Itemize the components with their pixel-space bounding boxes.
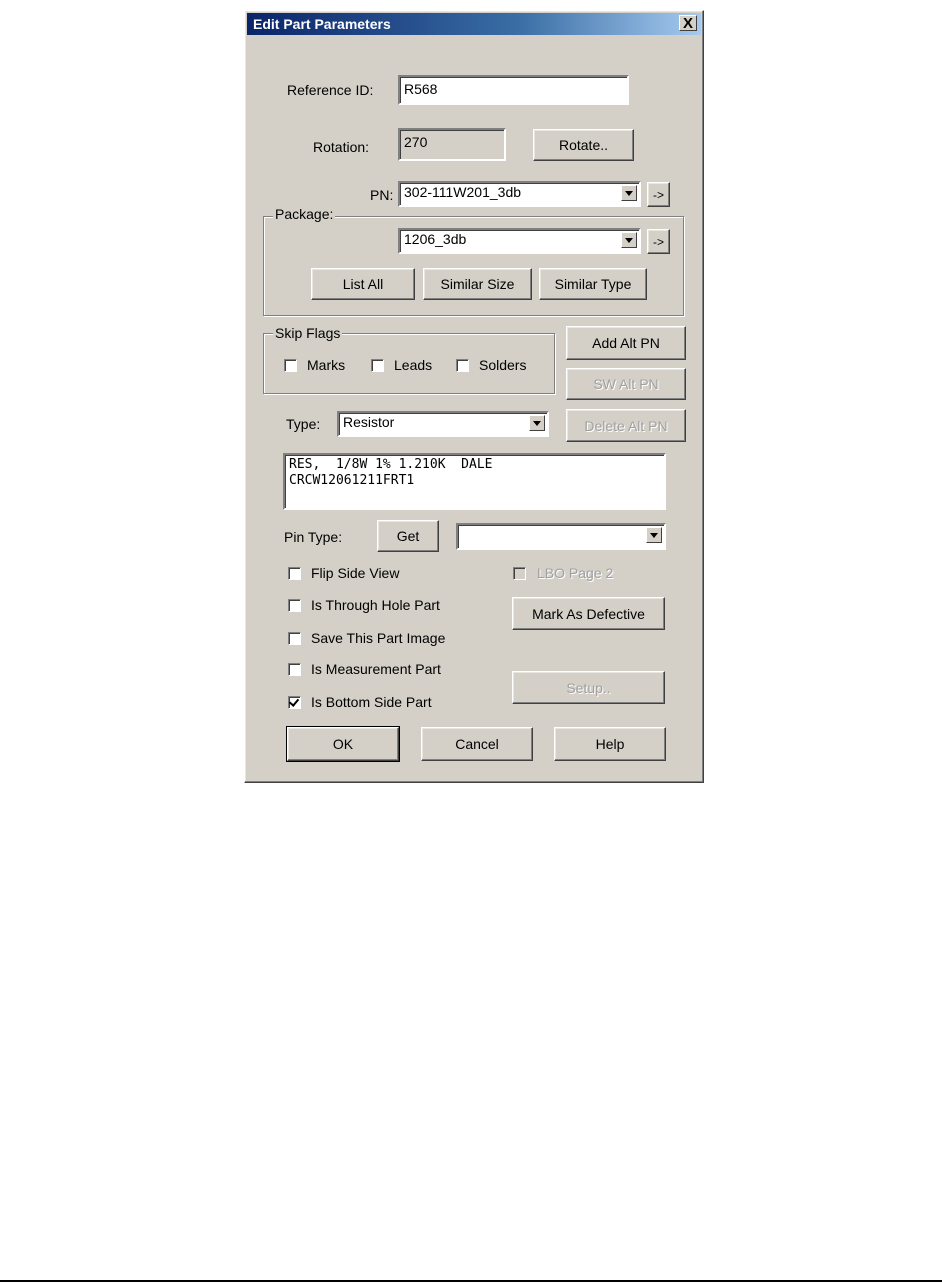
bottom-side-label: Is Bottom Side Part bbox=[311, 694, 432, 710]
rotate-button[interactable]: Rotate.. bbox=[533, 129, 634, 161]
solders-checkbox[interactable] bbox=[456, 359, 469, 372]
setup-button[interactable]: Setup.. bbox=[512, 671, 665, 704]
through-hole-checkbox[interactable] bbox=[288, 599, 301, 612]
pn-combobox[interactable]: 302-111W201_3db bbox=[398, 181, 641, 207]
help-button[interactable]: Help bbox=[554, 727, 666, 761]
save-image-checkbox[interactable] bbox=[288, 632, 301, 645]
pin-type-combobox[interactable] bbox=[456, 523, 666, 550]
close-button[interactable]: X bbox=[679, 15, 697, 31]
delete-alt-pn-button[interactable]: Delete Alt PN bbox=[566, 409, 686, 442]
marks-label: Marks bbox=[307, 357, 346, 373]
rotation-label: Rotation: bbox=[313, 139, 370, 155]
get-pin-type-button[interactable]: Get bbox=[377, 520, 439, 552]
type-value: Resistor bbox=[343, 414, 395, 430]
pn-go-button[interactable]: -> bbox=[647, 182, 670, 207]
description-textarea[interactable]: RES, 1/8W 1% 1.210K DALE CRCW12061211FRT… bbox=[283, 453, 666, 510]
type-combobox[interactable]: Resistor bbox=[337, 411, 549, 437]
reference-id-label: Reference ID: bbox=[287, 82, 374, 98]
reference-id-input[interactable]: R568 bbox=[398, 75, 629, 105]
flip-side-view-checkbox[interactable] bbox=[288, 567, 301, 580]
skip-flags-label: Skip Flags bbox=[273, 325, 343, 341]
package-go-button[interactable]: -> bbox=[647, 229, 670, 254]
ok-button[interactable]: OK bbox=[286, 726, 400, 762]
lbo-page2-checkbox[interactable] bbox=[513, 567, 526, 580]
pn-value: 302-111W201_3db bbox=[404, 184, 522, 200]
sw-alt-pn-button[interactable]: SW Alt PN bbox=[566, 368, 686, 400]
measurement-label: Is Measurement Part bbox=[311, 661, 441, 677]
marks-checkbox[interactable] bbox=[284, 359, 297, 372]
title-bar[interactable]: Edit Part Parameters X bbox=[247, 13, 701, 35]
type-dropdown-arrow-icon[interactable] bbox=[529, 415, 545, 431]
similar-type-button[interactable]: Similar Type bbox=[539, 268, 647, 300]
add-alt-pn-button[interactable]: Add Alt PN bbox=[566, 326, 686, 360]
page-bottom-rule bbox=[0, 1280, 942, 1282]
window-title: Edit Part Parameters bbox=[253, 16, 391, 32]
rotation-field: 270 bbox=[398, 128, 506, 161]
package-value: 1206_3db bbox=[404, 231, 467, 247]
list-all-button[interactable]: List All bbox=[311, 268, 415, 300]
lbo-page2-label: LBO Page 2 bbox=[537, 565, 614, 581]
pn-dropdown-arrow-icon[interactable] bbox=[621, 185, 637, 201]
similar-size-button[interactable]: Similar Size bbox=[423, 268, 532, 300]
package-group-label: Package: bbox=[273, 206, 336, 222]
pin-type-dropdown-arrow-icon[interactable] bbox=[646, 527, 662, 543]
flip-side-view-label: Flip Side View bbox=[311, 565, 400, 581]
package-dropdown-arrow-icon[interactable] bbox=[621, 232, 637, 248]
through-hole-label: Is Through Hole Part bbox=[311, 597, 440, 613]
type-label: Type: bbox=[286, 416, 321, 432]
measurement-checkbox[interactable] bbox=[288, 663, 301, 676]
save-image-label: Save This Part Image bbox=[311, 630, 446, 646]
mark-as-defective-button[interactable]: Mark As Defective bbox=[512, 597, 665, 630]
pn-label: PN: bbox=[370, 187, 394, 203]
cancel-button[interactable]: Cancel bbox=[421, 727, 533, 761]
leads-checkbox[interactable] bbox=[371, 359, 384, 372]
checkmark-icon bbox=[288, 696, 300, 707]
bottom-side-checkbox[interactable] bbox=[288, 696, 301, 709]
pin-type-label: Pin Type: bbox=[284, 529, 343, 545]
solders-label: Solders bbox=[479, 357, 527, 373]
leads-label: Leads bbox=[394, 357, 433, 373]
package-combobox[interactable]: 1206_3db bbox=[398, 228, 641, 254]
